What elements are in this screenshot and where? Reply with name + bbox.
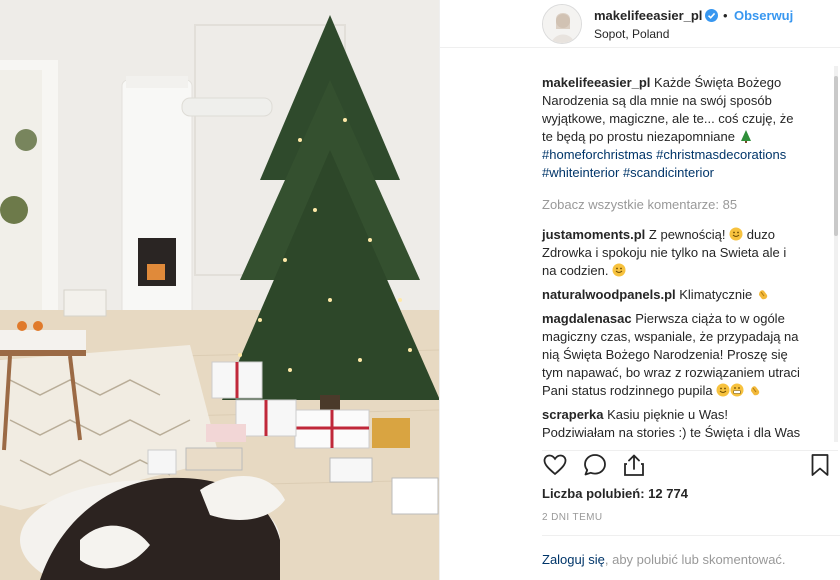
avatar[interactable] <box>542 4 582 44</box>
hashtag-link[interactable]: #homeforchristmas <box>542 147 653 162</box>
verified-badge-icon <box>705 9 718 22</box>
hashtag-link[interactable]: #christmasdecorations <box>656 147 786 162</box>
post-timestamp[interactable]: 2 DNI TEMU <box>542 512 603 523</box>
login-prompt: Zaloguj się, aby polubić lub skomentować… <box>542 535 840 580</box>
bookmark-icon[interactable] <box>807 452 833 478</box>
hashtag-link[interactable]: #scandicinterior <box>623 165 714 180</box>
comment-icon[interactable] <box>582 452 608 478</box>
profile-photo <box>543 5 581 43</box>
post-header: makelifeeasier_pl • Obserwuj Sopot, Pola… <box>440 0 840 48</box>
instagram-post: makelifeeasier_pl • Obserwuj Sopot, Pola… <box>0 0 840 580</box>
smile-emoji-icon <box>716 383 730 397</box>
christmas-tree-emoji-icon <box>740 130 751 143</box>
login-link[interactable]: Zaloguj się <box>542 552 605 567</box>
clapping-hands-emoji-icon <box>750 386 760 396</box>
follow-button[interactable]: Obserwuj <box>734 8 793 23</box>
comments-scrollbar-thumb[interactable] <box>834 76 838 236</box>
likes-count[interactable]: Liczba polubień: 12 774 <box>542 486 688 501</box>
comment-text: Z pewnością! <box>648 227 726 242</box>
comment-item: scraperka Kasiu pięknie u Was! Podziwiał… <box>542 406 804 442</box>
comment-item: justamoments.pl Z pewnością! duzo Zdrowk… <box>542 226 804 280</box>
christmas-interior-image <box>0 0 439 580</box>
comment-username[interactable]: naturalwoodpanels.pl <box>542 287 676 302</box>
comment-text: Klimatycznie <box>679 287 753 302</box>
post-author-username[interactable]: makelifeeasier_pl <box>594 8 702 23</box>
hashtag-link[interactable]: #whiteinterior <box>542 165 619 180</box>
separator-dot: • <box>723 8 728 23</box>
smile-emoji-icon <box>612 263 626 277</box>
comment-item: naturalwoodpanels.pl Klimatycznie <box>542 286 804 304</box>
comment-text-truncated: Podziwiałam na stories :) te Święta i dl… <box>542 425 801 440</box>
post-details-panel: makelifeeasier_pl • Obserwuj Sopot, Pola… <box>440 0 840 580</box>
post-photo[interactable] <box>0 0 440 580</box>
comment-username[interactable]: justamoments.pl <box>542 227 645 242</box>
comment-item: magdalenasac Pierwsza ciąża to w ogóle m… <box>542 310 804 400</box>
comment-username[interactable]: magdalenasac <box>542 311 632 326</box>
clapping-hands-emoji-icon <box>758 290 768 300</box>
location-link[interactable]: Sopot, Poland <box>594 27 669 41</box>
comment-username[interactable]: scraperka <box>542 407 603 422</box>
smile-emoji-icon <box>729 227 743 241</box>
caption-username[interactable]: makelifeeasier_pl <box>542 75 650 90</box>
comment-text: Kasiu pięknie u Was! <box>607 407 728 422</box>
post-caption: makelifeeasier_pl Każde Święta Bożego Na… <box>542 74 804 182</box>
comments-list[interactable]: makelifeeasier_pl Każde Święta Bożego Na… <box>440 66 840 442</box>
view-all-comments-link[interactable]: Zobacz wszystkie komentarze: 85 <box>542 196 804 214</box>
login-prompt-text: , aby polubić lub skomentować. <box>604 552 786 567</box>
heart-icon[interactable] <box>542 452 568 478</box>
grin-emoji-icon <box>730 383 744 397</box>
share-icon[interactable] <box>621 452 647 478</box>
